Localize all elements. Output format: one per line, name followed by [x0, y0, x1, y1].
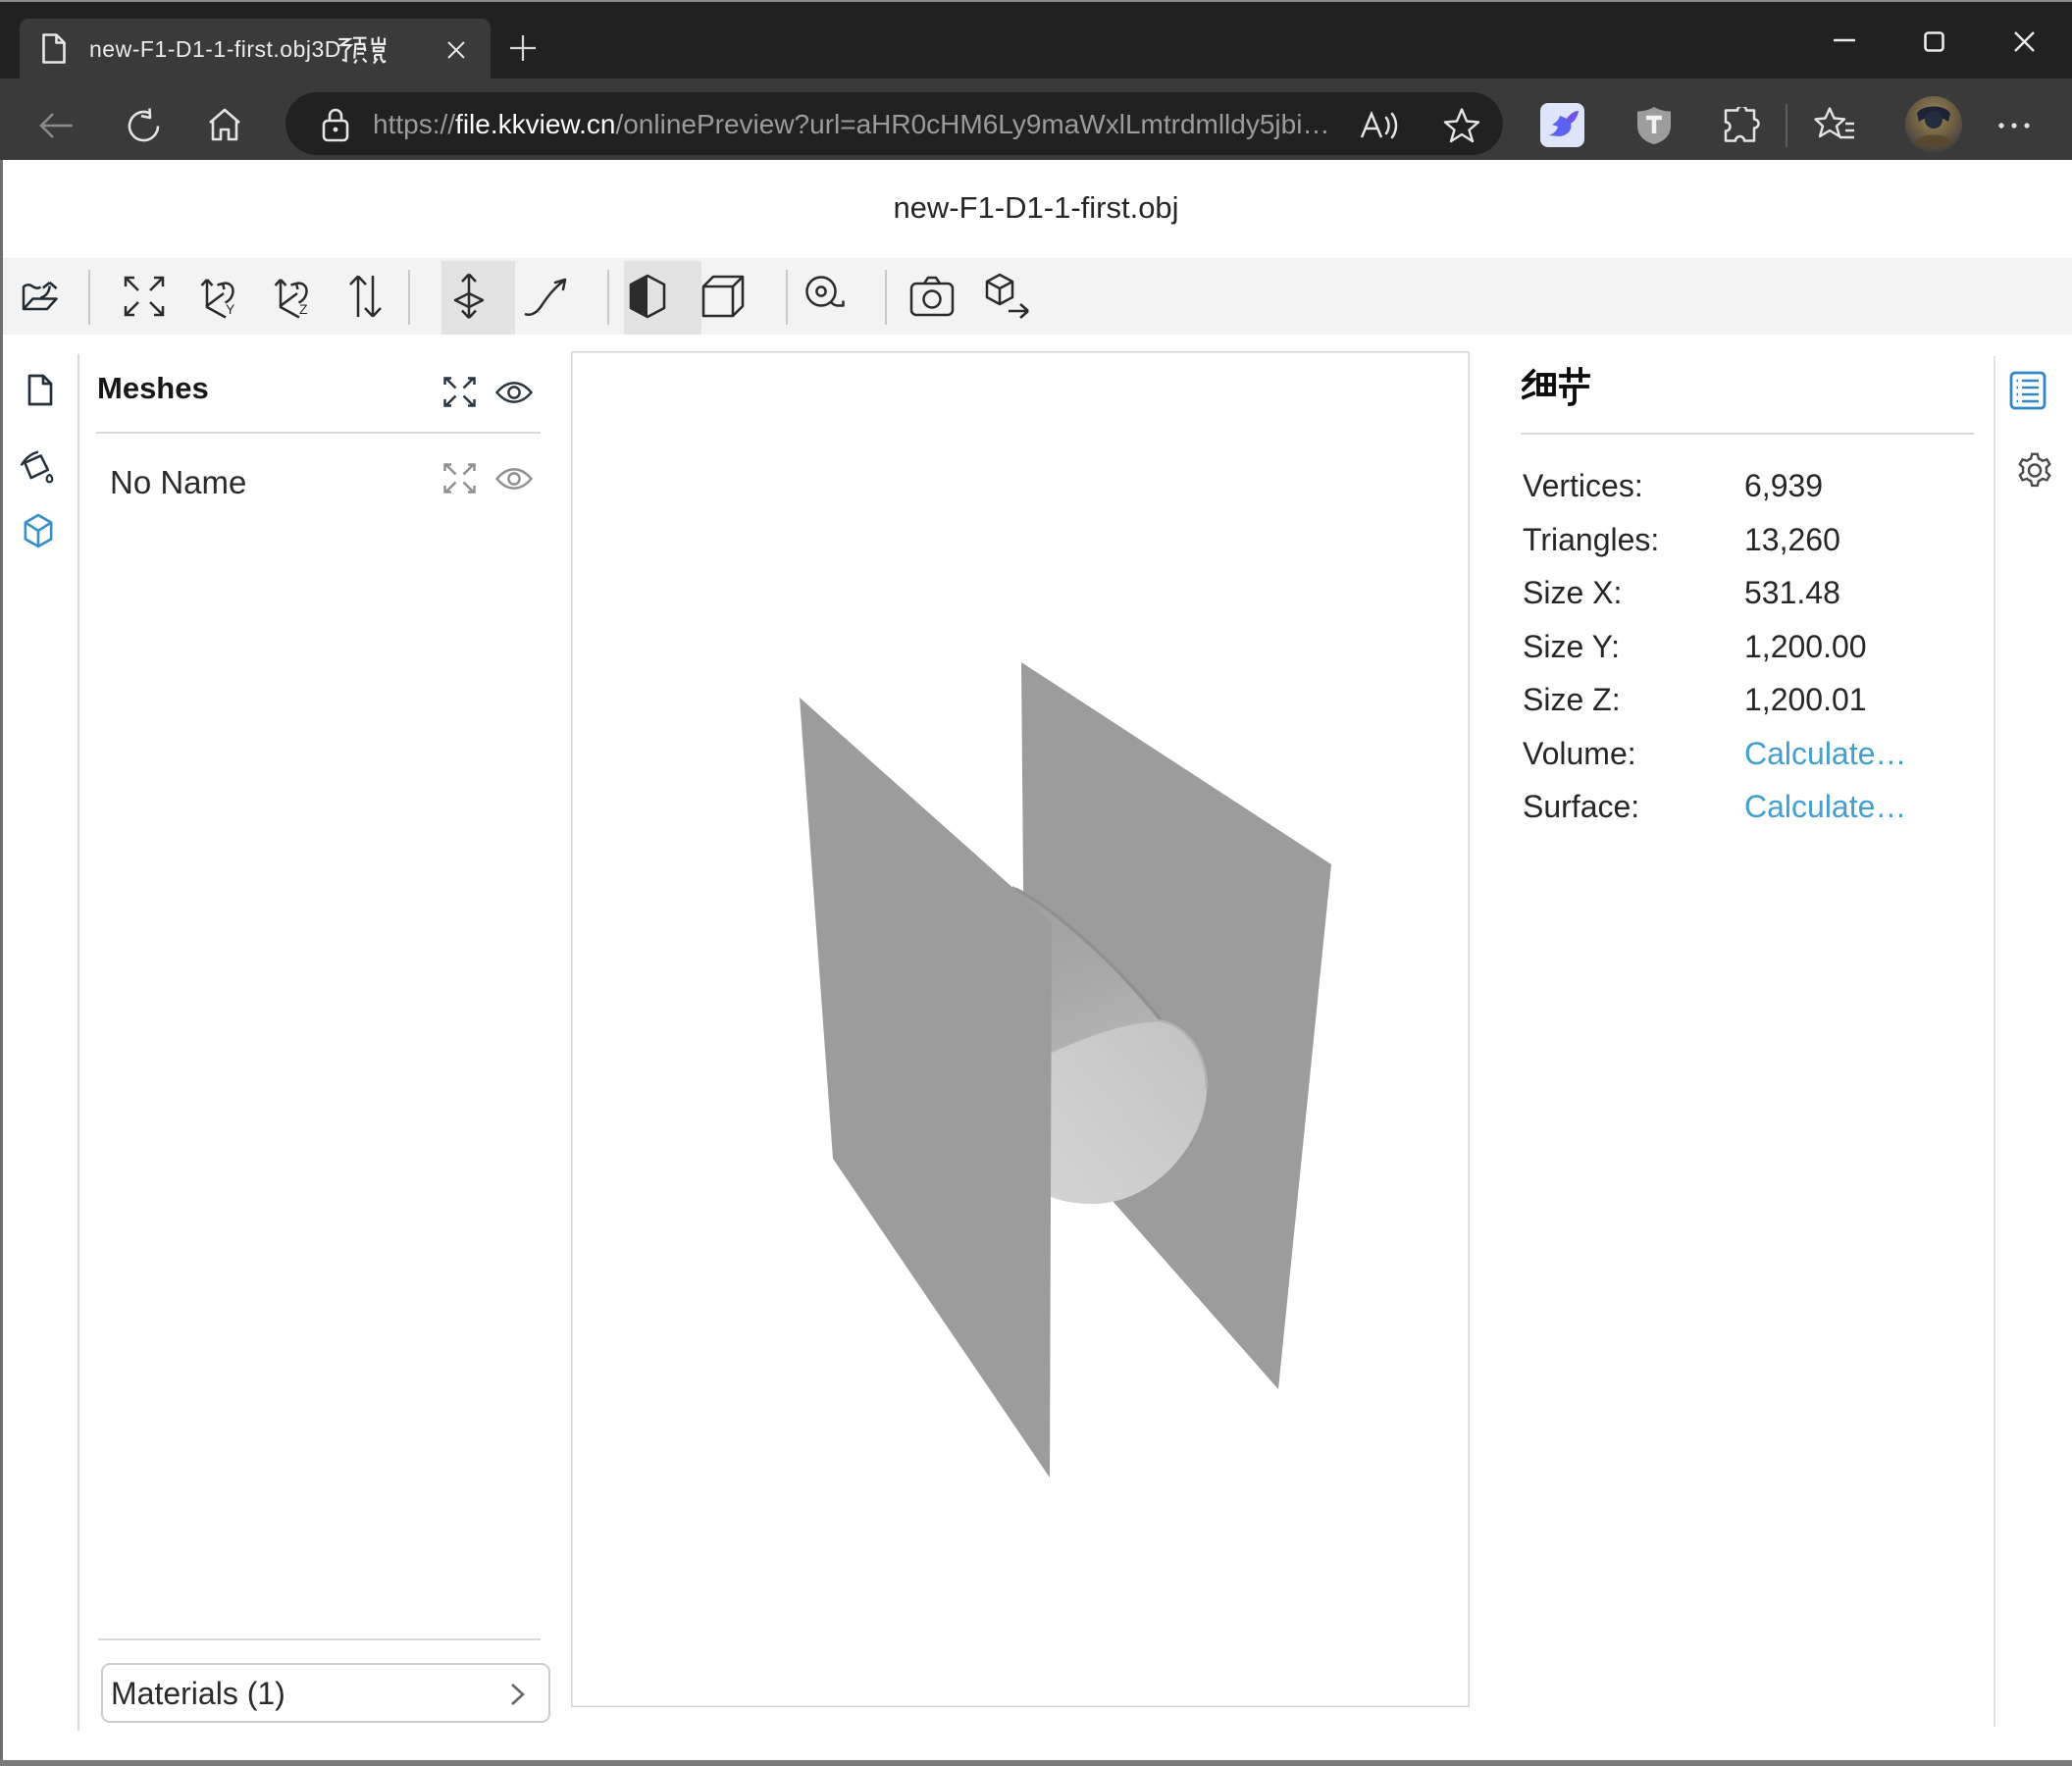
svg-text:Z: Z: [299, 301, 308, 317]
svg-text:Y: Y: [226, 301, 235, 317]
